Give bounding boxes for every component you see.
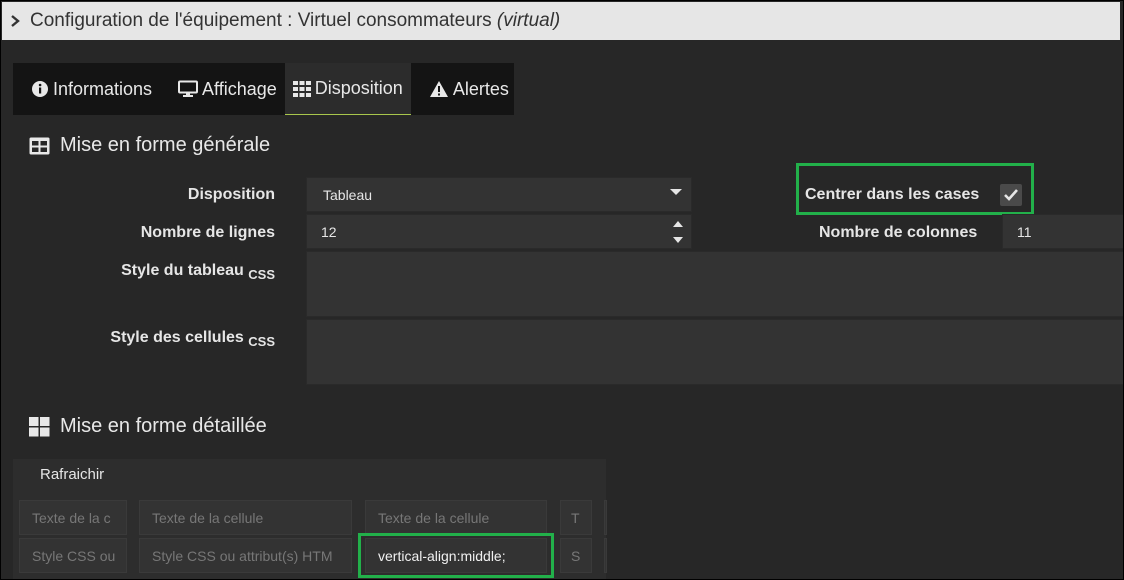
table-style-textarea[interactable] [306, 251, 1123, 317]
cell-style-label: Style des cellules CSS [110, 329, 275, 350]
cell-style-textarea[interactable] [306, 319, 1123, 385]
section-title-detailed: Mise en forme détaillée [29, 415, 267, 438]
center-label: Centrer dans les cases [805, 186, 980, 203]
page-title: Configuration de l'équipement : Virtuel … [30, 10, 561, 31]
spinner-icon[interactable] [671, 218, 685, 246]
caret-down-icon [670, 189, 682, 195]
cell-style-input[interactable]: Style CSS ou [19, 538, 127, 573]
cell-text-input[interactable]: Texte de la cellule [365, 500, 547, 535]
tab-informations[interactable]: Informations [13, 63, 160, 115]
warning-icon [429, 81, 448, 97]
center-checkbox[interactable] [1000, 184, 1022, 206]
rows-label: Nombre de lignes [140, 224, 275, 241]
tab-alertes[interactable]: Alertes [411, 63, 517, 115]
table-icon [29, 137, 50, 154]
tab-disposition[interactable]: Disposition [284, 63, 411, 115]
cell-text-input[interactable]: Texte de la c [19, 500, 127, 535]
grid-icon [292, 80, 311, 97]
chevron-right-icon [11, 15, 20, 27]
monitor-icon [178, 80, 199, 97]
section-title-general: Mise en forme générale [29, 134, 270, 157]
equipment-config-window: Configuration de l'équipement : Virtuel … [0, 0, 1124, 580]
cols-input[interactable]: 11 [1002, 214, 1123, 249]
windows-grid-icon [29, 416, 50, 436]
cell-style-input[interactable]: S [560, 538, 592, 573]
cell-text-input[interactable]: Texte de la cellule [139, 500, 352, 535]
cell-text-input[interactable] [604, 500, 607, 535]
disposition-select[interactable]: Tableau [306, 177, 692, 212]
tab-affichage[interactable]: Affichage [160, 63, 285, 115]
refresh-button[interactable]: Rafraichir [40, 466, 104, 483]
cell-text-input[interactable]: T [560, 500, 592, 535]
cell-style-input[interactable] [604, 538, 607, 573]
table-style-label: Style du tableau CSS [121, 262, 275, 283]
cols-label: Nombre de colonnes [819, 224, 978, 241]
cell-style-input[interactable]: Style CSS ou attribut(s) HTM [139, 538, 352, 573]
rows-input[interactable]: 12 [306, 214, 692, 249]
check-icon [1004, 189, 1018, 201]
title-bar[interactable]: Configuration de l'équipement : Virtuel … [2, 2, 1120, 40]
vertical-align-highlight-box [358, 533, 554, 578]
disposition-label: Disposition [187, 186, 275, 203]
tab-bar: Informations Affichage Disposition Alert… [13, 63, 514, 115]
info-circle-icon [32, 81, 48, 97]
